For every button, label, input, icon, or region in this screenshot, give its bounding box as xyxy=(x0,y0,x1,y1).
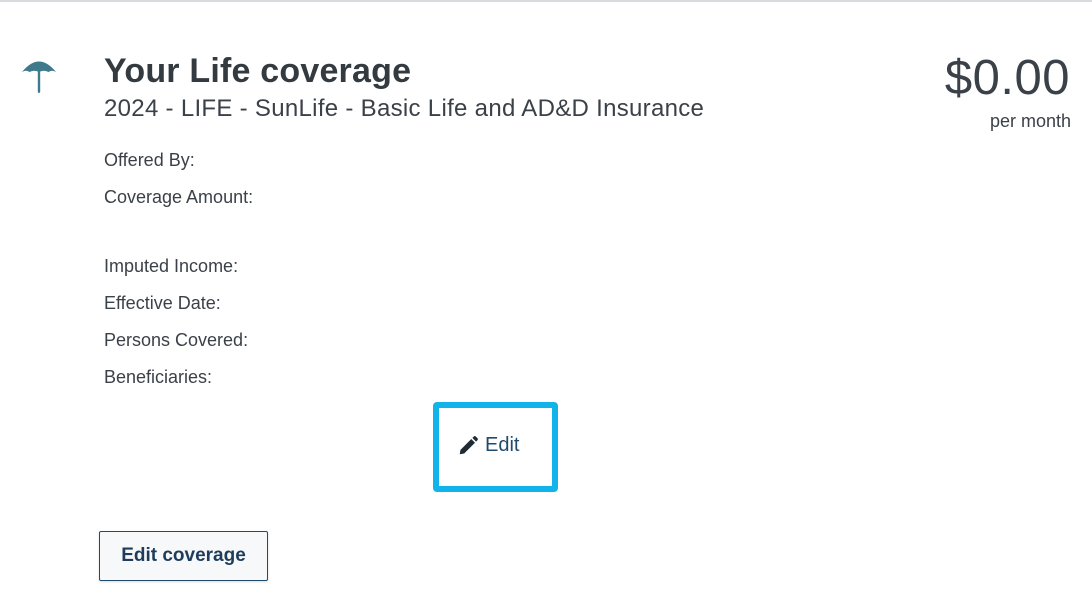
plan-name: 2024 - LIFE - SunLife - Basic Life and A… xyxy=(104,95,705,122)
effective-date-label: Effective Date: xyxy=(104,293,221,313)
beneficiaries-label: Beneficiaries: xyxy=(104,367,213,387)
edit-beneficiaries-link[interactable]: Edit xyxy=(457,434,519,457)
life-coverage-card: Your Life coverage 2024 - LIFE - SunLife… xyxy=(0,2,1092,615)
edit-coverage-button[interactable]: Edit coverage xyxy=(99,531,268,581)
imputed-income-label: Imputed Income: xyxy=(104,256,239,276)
coverage-title: Your Life coverage xyxy=(104,52,412,90)
offered-by-label: Offered By: xyxy=(104,150,195,170)
coverage-amount-label: Coverage Amount: xyxy=(104,187,254,207)
persons-covered-label: Persons Covered: xyxy=(104,330,249,350)
edit-label: Edit xyxy=(485,434,520,456)
monthly-price: $0.00 xyxy=(944,51,1070,105)
price-period: per month xyxy=(989,111,1071,131)
edit-highlight-box: Edit xyxy=(433,402,558,492)
umbrella-icon xyxy=(19,55,59,95)
pencil-icon xyxy=(457,435,479,457)
